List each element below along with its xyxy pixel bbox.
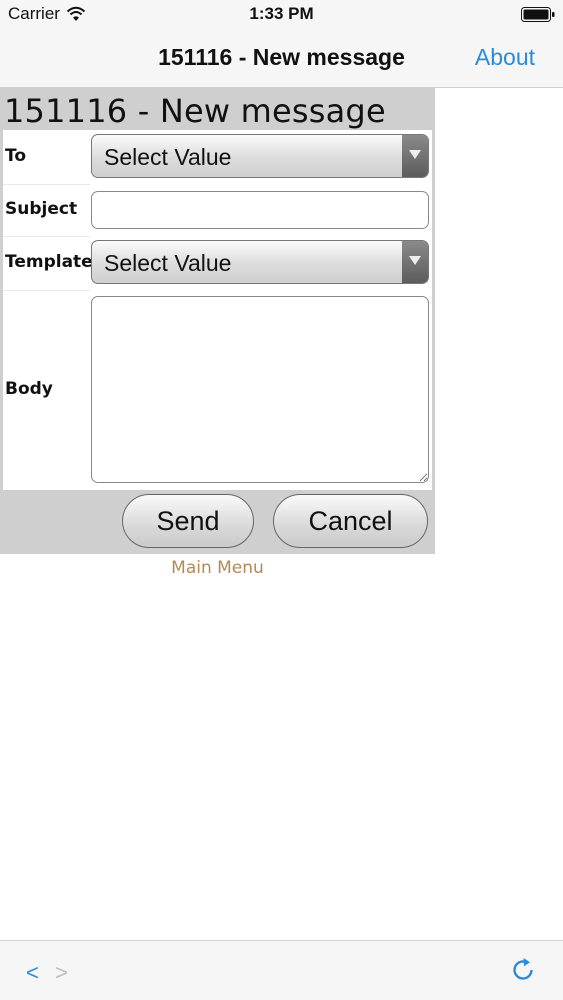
body-label: Body: [5, 379, 53, 399]
about-button[interactable]: About: [475, 44, 535, 71]
template-select-value: Select Value: [104, 250, 232, 276]
row-divider: [3, 290, 90, 291]
message-panel: 151116 - New message To Select Value Sub…: [0, 88, 435, 554]
chevron-down-icon: [402, 241, 428, 283]
status-time: 1:33 PM: [249, 4, 314, 23]
subject-input[interactable]: [91, 191, 429, 229]
body-textarea[interactable]: [91, 296, 429, 483]
template-select[interactable]: Select Value: [91, 240, 429, 284]
row-divider: [3, 236, 90, 237]
cancel-button[interactable]: Cancel: [273, 494, 428, 548]
battery-icon: [521, 7, 555, 22]
forward-icon[interactable]: >: [55, 960, 68, 986]
page-title: 151116 - New message: [4, 92, 386, 130]
to-label: To: [5, 146, 27, 166]
top-bar: Carrier 1:33 PM 151116 - New message Abo…: [0, 0, 563, 88]
subject-label: Subject: [5, 199, 78, 219]
bottom-toolbar: < >: [0, 940, 563, 1000]
message-form: To Select Value Subject Template Select …: [3, 130, 432, 490]
to-select[interactable]: Select Value: [91, 134, 429, 178]
refresh-icon[interactable]: [509, 956, 537, 984]
send-button[interactable]: Send: [122, 494, 254, 548]
template-label: Template: [5, 252, 93, 272]
back-icon[interactable]: <: [26, 960, 39, 986]
main-menu-link[interactable]: Main Menu: [0, 558, 435, 578]
chevron-down-icon: [402, 135, 428, 177]
row-divider: [3, 184, 90, 185]
to-select-value: Select Value: [104, 144, 232, 170]
